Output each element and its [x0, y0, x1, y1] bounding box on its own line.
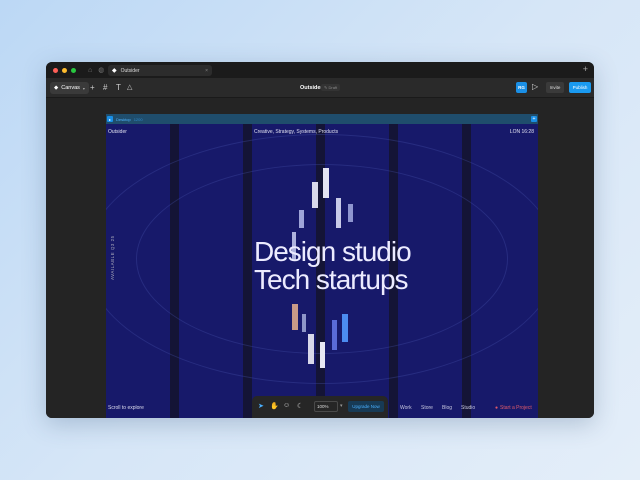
chevron-down-icon: ▾: [82, 85, 85, 91]
minimize-window-button[interactable]: [62, 67, 67, 73]
browser-tab[interactable]: ◆ Outsider ×: [108, 65, 212, 76]
decorative-bar: [332, 320, 337, 350]
desktop-frame-icon: ▸: [107, 116, 113, 122]
hand-tool-icon[interactable]: ✋: [270, 402, 279, 410]
framer-logo-icon: ◆: [54, 85, 59, 91]
upgrade-button[interactable]: Upgrade Now: [348, 401, 384, 412]
draft-badge-label: Draft: [328, 85, 338, 90]
publish-button[interactable]: Publish: [569, 82, 591, 93]
frame-header[interactable]: ▸ Desktop 1200 +: [106, 114, 538, 124]
frame-name: Desktop: [116, 116, 131, 122]
pencil-icon: ✎: [324, 85, 328, 90]
frame-size: 1200: [133, 116, 143, 122]
title-bar: ⌂ ◍ ◆ Outsider × +: [46, 62, 594, 78]
select-cursor-icon[interactable]: ➤: [258, 402, 264, 410]
home-icon[interactable]: ⌂: [88, 67, 92, 74]
globe-icon[interactable]: ◍: [98, 66, 104, 74]
draft-badge: ✎ Draft: [321, 84, 341, 91]
tab-close-icon[interactable]: ×: [205, 68, 208, 74]
site-logo[interactable]: Outsider: [108, 129, 127, 135]
user-avatar[interactable]: RG: [516, 82, 527, 93]
nav-link-studio[interactable]: Studio: [461, 405, 475, 411]
chevron-down-icon[interactable]: ▾: [340, 403, 343, 409]
decorative-bar: [342, 314, 348, 342]
bottom-toolbar: ➤ ✋ ☺ ☾ 100% ▾ Upgrade Now: [252, 396, 388, 418]
invite-button[interactable]: Invite: [546, 82, 564, 93]
decorative-bar: [302, 314, 306, 332]
decorative-bar: [320, 342, 325, 368]
decorative-bar: [336, 198, 341, 228]
decorative-bar: [299, 210, 304, 228]
record-dot-icon: ●: [495, 405, 499, 411]
nav-link-work[interactable]: Work: [400, 405, 412, 411]
desktop-frame[interactable]: Outsider Creative, Strategy, Systems, Pr…: [106, 124, 538, 418]
text-tool-icon[interactable]: T: [116, 83, 121, 92]
hero-line-2: Tech startups: [254, 264, 409, 295]
insert-icon[interactable]: +: [90, 83, 95, 92]
maximize-window-button[interactable]: [71, 67, 76, 73]
scroll-hint: Scroll to explore: [108, 405, 144, 411]
decorative-bar: [323, 168, 329, 198]
comment-icon[interactable]: ☺: [283, 402, 290, 409]
frame-tool-icon[interactable]: #: [103, 83, 107, 92]
close-window-button[interactable]: [53, 67, 58, 73]
new-tab-button[interactable]: +: [583, 64, 588, 74]
tab-title: Outsider: [120, 67, 140, 74]
framer-logo-icon: ◆: [112, 68, 117, 74]
editor-toolbar: ◆ Canvas ▾ + # T △ Outsider ✎ Draft RG ▷…: [46, 78, 594, 98]
zoom-level-input[interactable]: 100%: [314, 401, 338, 412]
nav-link-blog[interactable]: Blog: [442, 405, 452, 411]
dark-mode-icon[interactable]: ☾: [297, 402, 303, 410]
project-title[interactable]: Outsider: [300, 85, 323, 91]
app-window: ⌂ ◍ ◆ Outsider × + ◆ Canvas ▾ + # T △ Ou…: [46, 62, 594, 418]
decorative-bar: [292, 304, 298, 330]
start-project-link[interactable]: ● Start a Project: [495, 405, 532, 411]
preview-play-icon[interactable]: ▷: [532, 82, 538, 91]
availability-label: AVAILABLE Q3 25: [110, 235, 115, 280]
warning-icon[interactable]: △: [127, 83, 132, 92]
canvas-menu-button[interactable]: ◆ Canvas ▾: [50, 82, 89, 94]
hero-line-1: Design studio: [254, 236, 412, 267]
nav-link-store[interactable]: Store: [421, 405, 433, 411]
site-tagline: Creative, Strategy, Systems, Products: [254, 129, 339, 135]
hero-headline: Design studio Tech startups: [254, 236, 412, 295]
decorative-bar: [312, 182, 318, 208]
add-breakpoint-icon[interactable]: +: [531, 116, 537, 122]
decorative-bar: [308, 334, 314, 364]
canvas-area[interactable]: ▸ Desktop 1200 + Outsider Creative, Stra…: [46, 99, 594, 418]
location-time: LON 16:28: [509, 129, 534, 135]
decorative-bar: [348, 204, 353, 222]
start-project-label: Start a Project: [500, 405, 532, 411]
canvas-menu-label: Canvas: [61, 85, 80, 91]
